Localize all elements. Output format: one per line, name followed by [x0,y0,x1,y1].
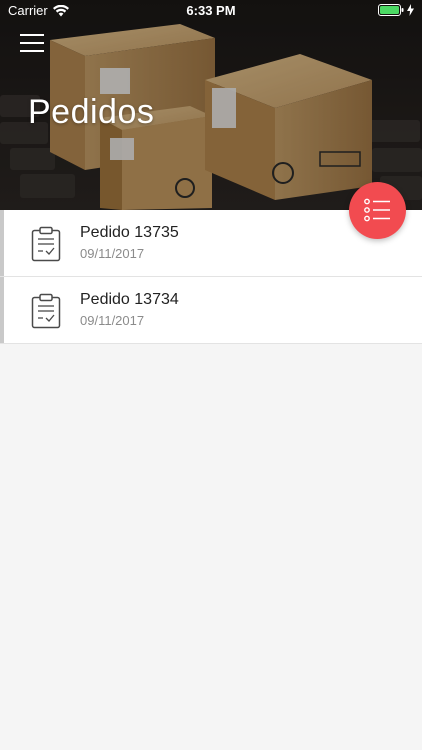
order-date: 09/11/2017 [80,313,145,328]
clipboard-check-icon [31,293,61,329]
status-time: 6:33 PM [186,3,236,18]
status-battery-group [378,4,414,16]
charging-bolt-icon [407,4,414,16]
list-icon [364,198,390,222]
order-list-item[interactable]: Pedido 13734 09/11/2017 [0,277,422,344]
header-hero: Carrier 6:33 PM Pedidos [0,0,422,210]
filter-list-button[interactable] [349,182,406,239]
clipboard-check-icon [31,226,61,262]
order-title: Pedido 13734 [80,291,179,308]
page-title: Pedidos [28,93,155,131]
order-date: 09/11/2017 [80,246,145,261]
order-title: Pedido 13735 [80,224,179,241]
battery-icon [378,4,404,16]
status-bar: Carrier 6:33 PM [0,0,422,22]
hamburger-menu-icon[interactable] [20,33,44,53]
